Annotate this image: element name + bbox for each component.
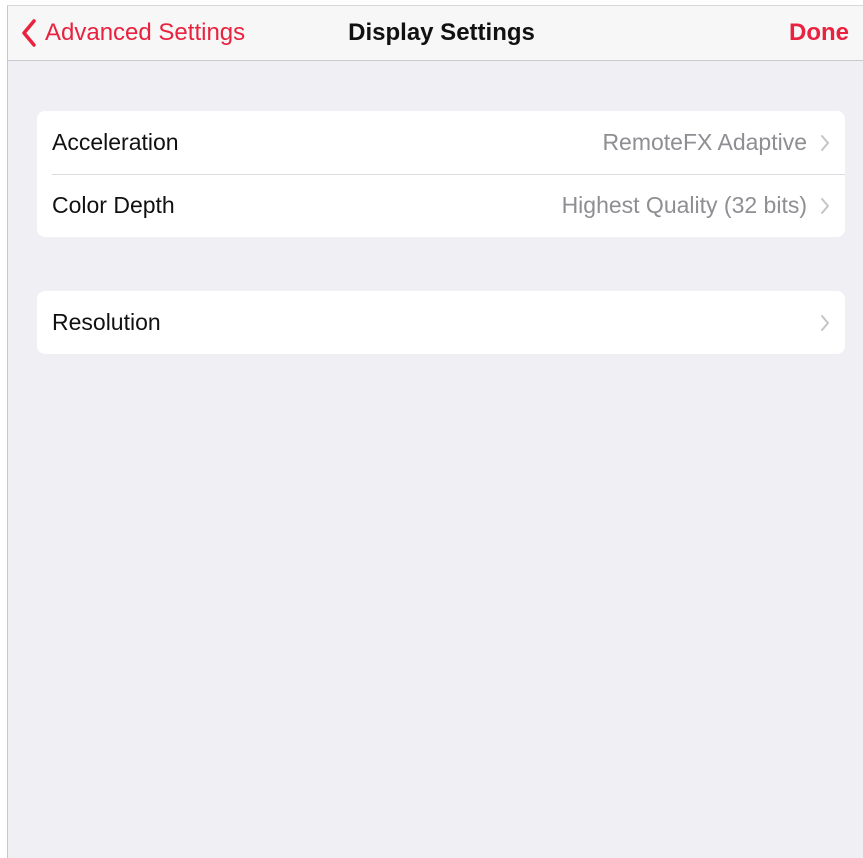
acceleration-value: RemoteFX Adaptive <box>602 129 807 155</box>
page-title: Display Settings <box>348 19 535 46</box>
color-depth-value: Highest Quality (32 bits) <box>561 192 807 218</box>
resolution-group: Resolution <box>37 291 845 354</box>
navigation-bar: Advanced Settings Display Settings Done <box>8 6 863 61</box>
display-options-group: Acceleration RemoteFX Adaptive Color Dep… <box>37 111 845 237</box>
chevron-right-icon <box>821 314 829 331</box>
color-depth-label: Color Depth <box>52 192 175 218</box>
resolution-label: Resolution <box>52 309 161 335</box>
settings-panel: Advanced Settings Display Settings Done … <box>7 5 863 858</box>
acceleration-row[interactable]: Acceleration RemoteFX Adaptive <box>37 111 845 174</box>
acceleration-label: Acceleration <box>52 129 179 155</box>
color-depth-row[interactable]: Color Depth Highest Quality (32 bits) <box>37 174 845 237</box>
chevron-right-icon <box>821 197 829 214</box>
chevron-right-icon <box>821 134 829 151</box>
done-button[interactable]: Done <box>789 6 849 60</box>
resolution-row[interactable]: Resolution <box>37 291 845 354</box>
